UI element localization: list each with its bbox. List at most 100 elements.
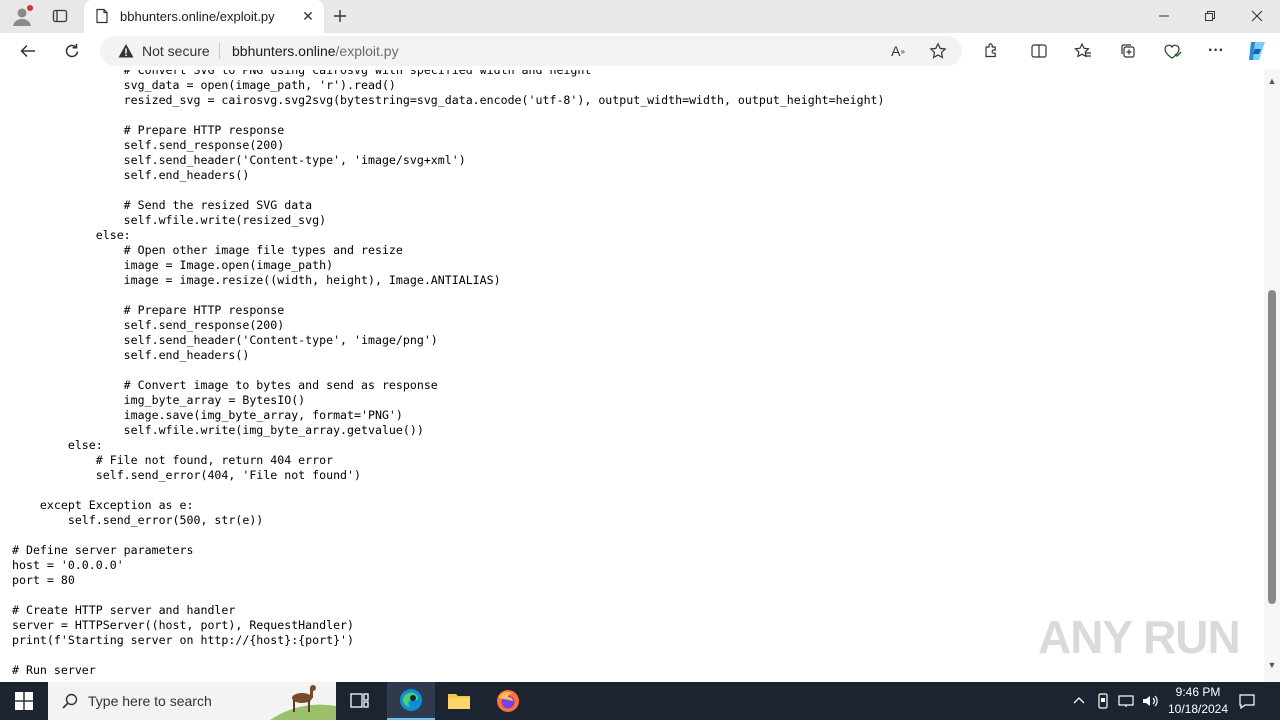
network-icon[interactable] — [1117, 691, 1135, 711]
code-line: print(f'Starting server on http://{host}… — [12, 633, 355, 647]
code-line: # Run server — [12, 663, 96, 677]
task-view-button[interactable] — [336, 682, 384, 720]
volume-icon[interactable] — [1141, 691, 1159, 711]
taskbar-search-box[interactable]: Type here to search — [48, 682, 336, 720]
new-tab-icon[interactable] — [328, 4, 352, 28]
refresh-icon[interactable] — [60, 39, 84, 63]
code-line: except Exception as e: — [12, 498, 194, 512]
code-line: self.send_header('Content-type', 'image/… — [12, 333, 438, 347]
close-window-icon[interactable] — [1245, 4, 1269, 28]
more-options-icon[interactable]: ··· — [1204, 39, 1228, 63]
favorites-icon[interactable] — [1071, 39, 1095, 63]
watermark-logo: ANY RUN — [1038, 611, 1241, 663]
code-line: self.end_headers() — [12, 348, 250, 362]
code-line: image = Image.open(image_path) — [12, 258, 334, 272]
url-text[interactable]: bbhunters.online/exploit.py — [232, 43, 399, 59]
url-divider — [219, 43, 220, 59]
minimize-icon[interactable] — [1152, 4, 1176, 28]
page-icon — [94, 8, 110, 24]
tab-strip: bbhunters.online/exploit.py ✕ — [0, 0, 1280, 33]
code-line: self.send_response(200) — [12, 318, 285, 332]
code-line: # Prepare HTTP response — [12, 303, 285, 317]
collections-icon[interactable] — [1116, 39, 1140, 63]
taskbar-firefox[interactable] — [484, 682, 532, 720]
back-icon[interactable] — [16, 39, 40, 63]
url-host: bbhunters.online — [232, 43, 336, 59]
scroll-down-icon[interactable]: ▼ — [1267, 660, 1277, 670]
copilot-icon[interactable] — [1245, 39, 1269, 63]
notifications-icon[interactable] — [1238, 691, 1256, 711]
code-line: # Send the resized SVG data — [12, 198, 313, 212]
code-line: img_byte_array = BytesIO() — [12, 393, 306, 407]
not-secure-label[interactable]: Not secure — [142, 43, 210, 59]
code-line: self.end_headers() — [12, 168, 250, 182]
scroll-up-icon[interactable]: ▲ — [1267, 76, 1277, 86]
code-line: else: — [12, 228, 131, 242]
code-line: self.wfile.write(img_byte_array.getvalue… — [12, 423, 424, 437]
browser-toolbar: Not secure bbhunters.online/exploit.py A… — [0, 33, 1280, 71]
tab-title: bbhunters.online/exploit.py — [120, 9, 275, 24]
active-tab[interactable]: bbhunters.online/exploit.py ✕ — [84, 0, 324, 33]
profile-avatar-icon[interactable] — [10, 4, 34, 28]
extensions-icon[interactable] — [979, 39, 1003, 63]
code-block: # Convert SVG to PNG using cairosvg with… — [12, 70, 885, 678]
tray-device-icon[interactable] — [1094, 691, 1112, 711]
code-line: svg_data = open(image_path, 'r').read() — [12, 78, 396, 92]
taskbar-edge[interactable] — [387, 682, 435, 720]
scrollbar-thumb[interactable] — [1268, 290, 1276, 604]
tab-actions-icon[interactable] — [48, 4, 72, 28]
favorite-star-icon[interactable] — [926, 39, 950, 63]
code-line: # Open other image file types and resize — [12, 243, 403, 257]
firefox-icon — [497, 690, 519, 712]
code-line: # Define server parameters — [12, 543, 194, 557]
restore-icon[interactable] — [1198, 4, 1222, 28]
address-bar[interactable]: Not secure bbhunters.online/exploit.py A… — [100, 36, 962, 66]
folder-icon — [448, 694, 470, 709]
code-line: resized_svg = cairosvg.svg2svg(bytestrin… — [12, 93, 885, 107]
code-line: host = '0.0.0.0' — [12, 558, 124, 572]
clock-date: 10/18/2024 — [1167, 702, 1229, 716]
read-aloud-icon[interactable]: A» — [886, 39, 910, 63]
taskbar: Type here to search 9:46 PM 10/18/2024 — [0, 682, 1280, 720]
performance-icon[interactable] — [1160, 39, 1184, 63]
system-clock[interactable]: 9:46 PM 10/18/2024 — [1160, 684, 1236, 718]
code-line: # File not found, return 404 error — [12, 453, 334, 467]
search-placeholder: Type here to search — [88, 693, 212, 709]
code-line: else: — [12, 438, 103, 452]
code-line: # Convert image to bytes and send as res… — [12, 378, 438, 392]
url-path: /exploit.py — [335, 43, 399, 59]
taskbar-file-explorer[interactable] — [435, 682, 483, 720]
vertical-scrollbar[interactable]: ▲ ▼ — [1264, 70, 1280, 682]
search-highlight-image — [270, 682, 336, 720]
edge-icon — [400, 689, 422, 711]
code-line: image.save(img_byte_array, format='PNG') — [12, 408, 403, 422]
code-line: server = HTTPServer((host, port), Reques… — [12, 618, 355, 632]
warning-icon[interactable] — [114, 39, 138, 63]
code-line: self.send_response(200) — [12, 138, 285, 152]
tray-overflow-icon[interactable] — [1070, 691, 1088, 711]
code-line: self.send_error(500, str(e)) — [12, 513, 264, 527]
code-line: # Create HTTP server and handler — [12, 603, 236, 617]
code-line: # Prepare HTTP response — [12, 123, 285, 137]
split-screen-icon[interactable] — [1027, 39, 1051, 63]
start-button[interactable] — [0, 682, 48, 720]
code-line: port = 80 — [12, 573, 75, 587]
code-line: self.wfile.write(resized_svg) — [12, 213, 327, 227]
windows-logo-icon — [15, 692, 33, 710]
clock-time: 9:46 PM — [1175, 685, 1221, 699]
page-content: # Convert SVG to PNG using cairosvg with… — [0, 70, 1264, 682]
code-line: # Convert SVG to PNG using cairosvg with… — [12, 70, 592, 77]
code-line: self.send_header('Content-type', 'image/… — [12, 153, 466, 167]
search-icon — [58, 689, 82, 713]
code-line: self.send_error(404, 'File not found') — [12, 468, 362, 482]
task-view-icon — [350, 693, 369, 708]
close-tab-icon[interactable]: ✕ — [298, 6, 318, 26]
